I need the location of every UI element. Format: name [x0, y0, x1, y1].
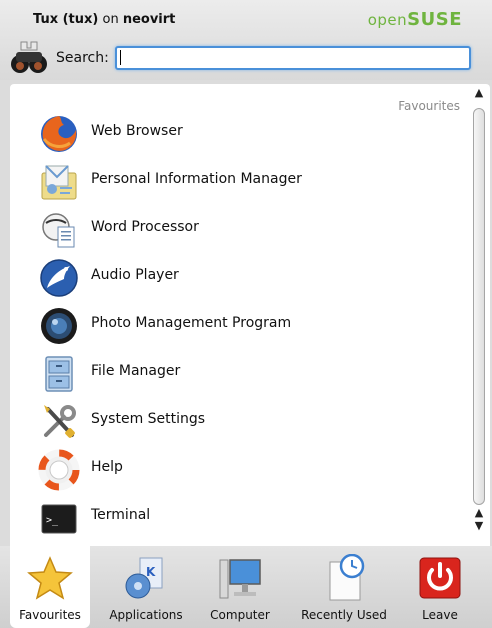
- menu-item-system-settings[interactable]: System Settings: [38, 399, 458, 445]
- applications-icon: K: [125, 557, 163, 599]
- menu-item-label: Audio Player: [91, 267, 179, 283]
- star-icon: [27, 556, 73, 600]
- on-text: on: [102, 12, 119, 27]
- scroll-up-arrow[interactable]: ▲: [472, 86, 486, 99]
- help-icon: [38, 449, 80, 491]
- menu-item-file-manager[interactable]: File Manager: [38, 351, 458, 397]
- menu-item-photo-management[interactable]: Photo Management Program: [38, 303, 458, 349]
- recently-used-icon: [329, 554, 365, 601]
- tab-label: Recently Used: [301, 608, 387, 622]
- host-name: neovirt: [122, 12, 176, 27]
- menu-item-audio-player[interactable]: Audio Player: [38, 255, 458, 301]
- file-manager-icon: [45, 356, 73, 392]
- user-host-line: Tux (tux) on neovirt: [33, 12, 175, 27]
- binoculars-search-icon: [11, 41, 47, 73]
- tab-applications[interactable]: K Applications: [106, 546, 186, 628]
- audio-player-icon: [40, 259, 78, 297]
- menu-item-label: Word Processor: [91, 219, 199, 235]
- menu-item-label: Terminal: [91, 507, 151, 523]
- menu-item-label: Personal Information Manager: [91, 171, 302, 187]
- user-name: Tux (tux): [33, 12, 99, 27]
- menu-item-label: System Settings: [91, 411, 206, 427]
- tab-favourites[interactable]: Favourites: [10, 546, 90, 628]
- tab-label: Computer: [210, 608, 270, 622]
- text-cursor: [120, 50, 121, 65]
- menu-item-web-browser[interactable]: Web Browser: [38, 111, 458, 157]
- menu-item-personal-information-manager[interactable]: Personal Information Manager: [38, 159, 458, 205]
- launcher-header: Tux (tux) on neovirt openSUSE Search:: [0, 0, 492, 80]
- word-processor-icon: [42, 213, 75, 248]
- search-input[interactable]: [115, 46, 471, 70]
- pim-icon: [41, 165, 77, 200]
- opensuse-logo: openSUSE: [367, 9, 462, 30]
- scrollbar-thumb[interactable]: [473, 108, 485, 505]
- tab-recently-used[interactable]: Recently Used: [294, 546, 394, 628]
- tab-label: Applications: [109, 608, 183, 622]
- menu-item-word-processor[interactable]: Word Processor: [38, 207, 458, 253]
- svg-text:K: K: [146, 565, 156, 579]
- menu-item-label: Photo Management Program: [91, 315, 292, 331]
- computer-icon: [219, 559, 261, 599]
- search-label: Search:: [56, 50, 109, 66]
- terminal-icon: >_: [41, 504, 77, 534]
- favourites-panel: Favourites Web Browser Personal Informat…: [10, 84, 490, 546]
- menu-item-help[interactable]: Help: [38, 447, 458, 493]
- tab-label: Leave: [422, 608, 458, 622]
- tab-leave[interactable]: Leave: [400, 546, 480, 628]
- power-icon: [419, 557, 461, 599]
- menu-item-label: File Manager: [91, 363, 181, 379]
- scroll-down-arrow[interactable]: ▼: [472, 519, 486, 532]
- scroll-up-arrow-bottom[interactable]: ▲: [472, 506, 486, 519]
- menu-item-terminal[interactable]: >_ Terminal: [38, 495, 458, 541]
- svg-text:>_: >_: [46, 515, 59, 526]
- settings-icon: [44, 405, 76, 438]
- menu-item-label: Help: [91, 459, 123, 475]
- firefox-icon: [41, 116, 77, 152]
- tab-computer[interactable]: Computer: [200, 546, 280, 628]
- tab-label: Favourites: [19, 608, 81, 622]
- launcher-tab-bar: Favourites K Applications Computer Recen…: [0, 546, 492, 628]
- photo-icon: [41, 308, 77, 344]
- menu-item-label: Web Browser: [91, 123, 183, 139]
